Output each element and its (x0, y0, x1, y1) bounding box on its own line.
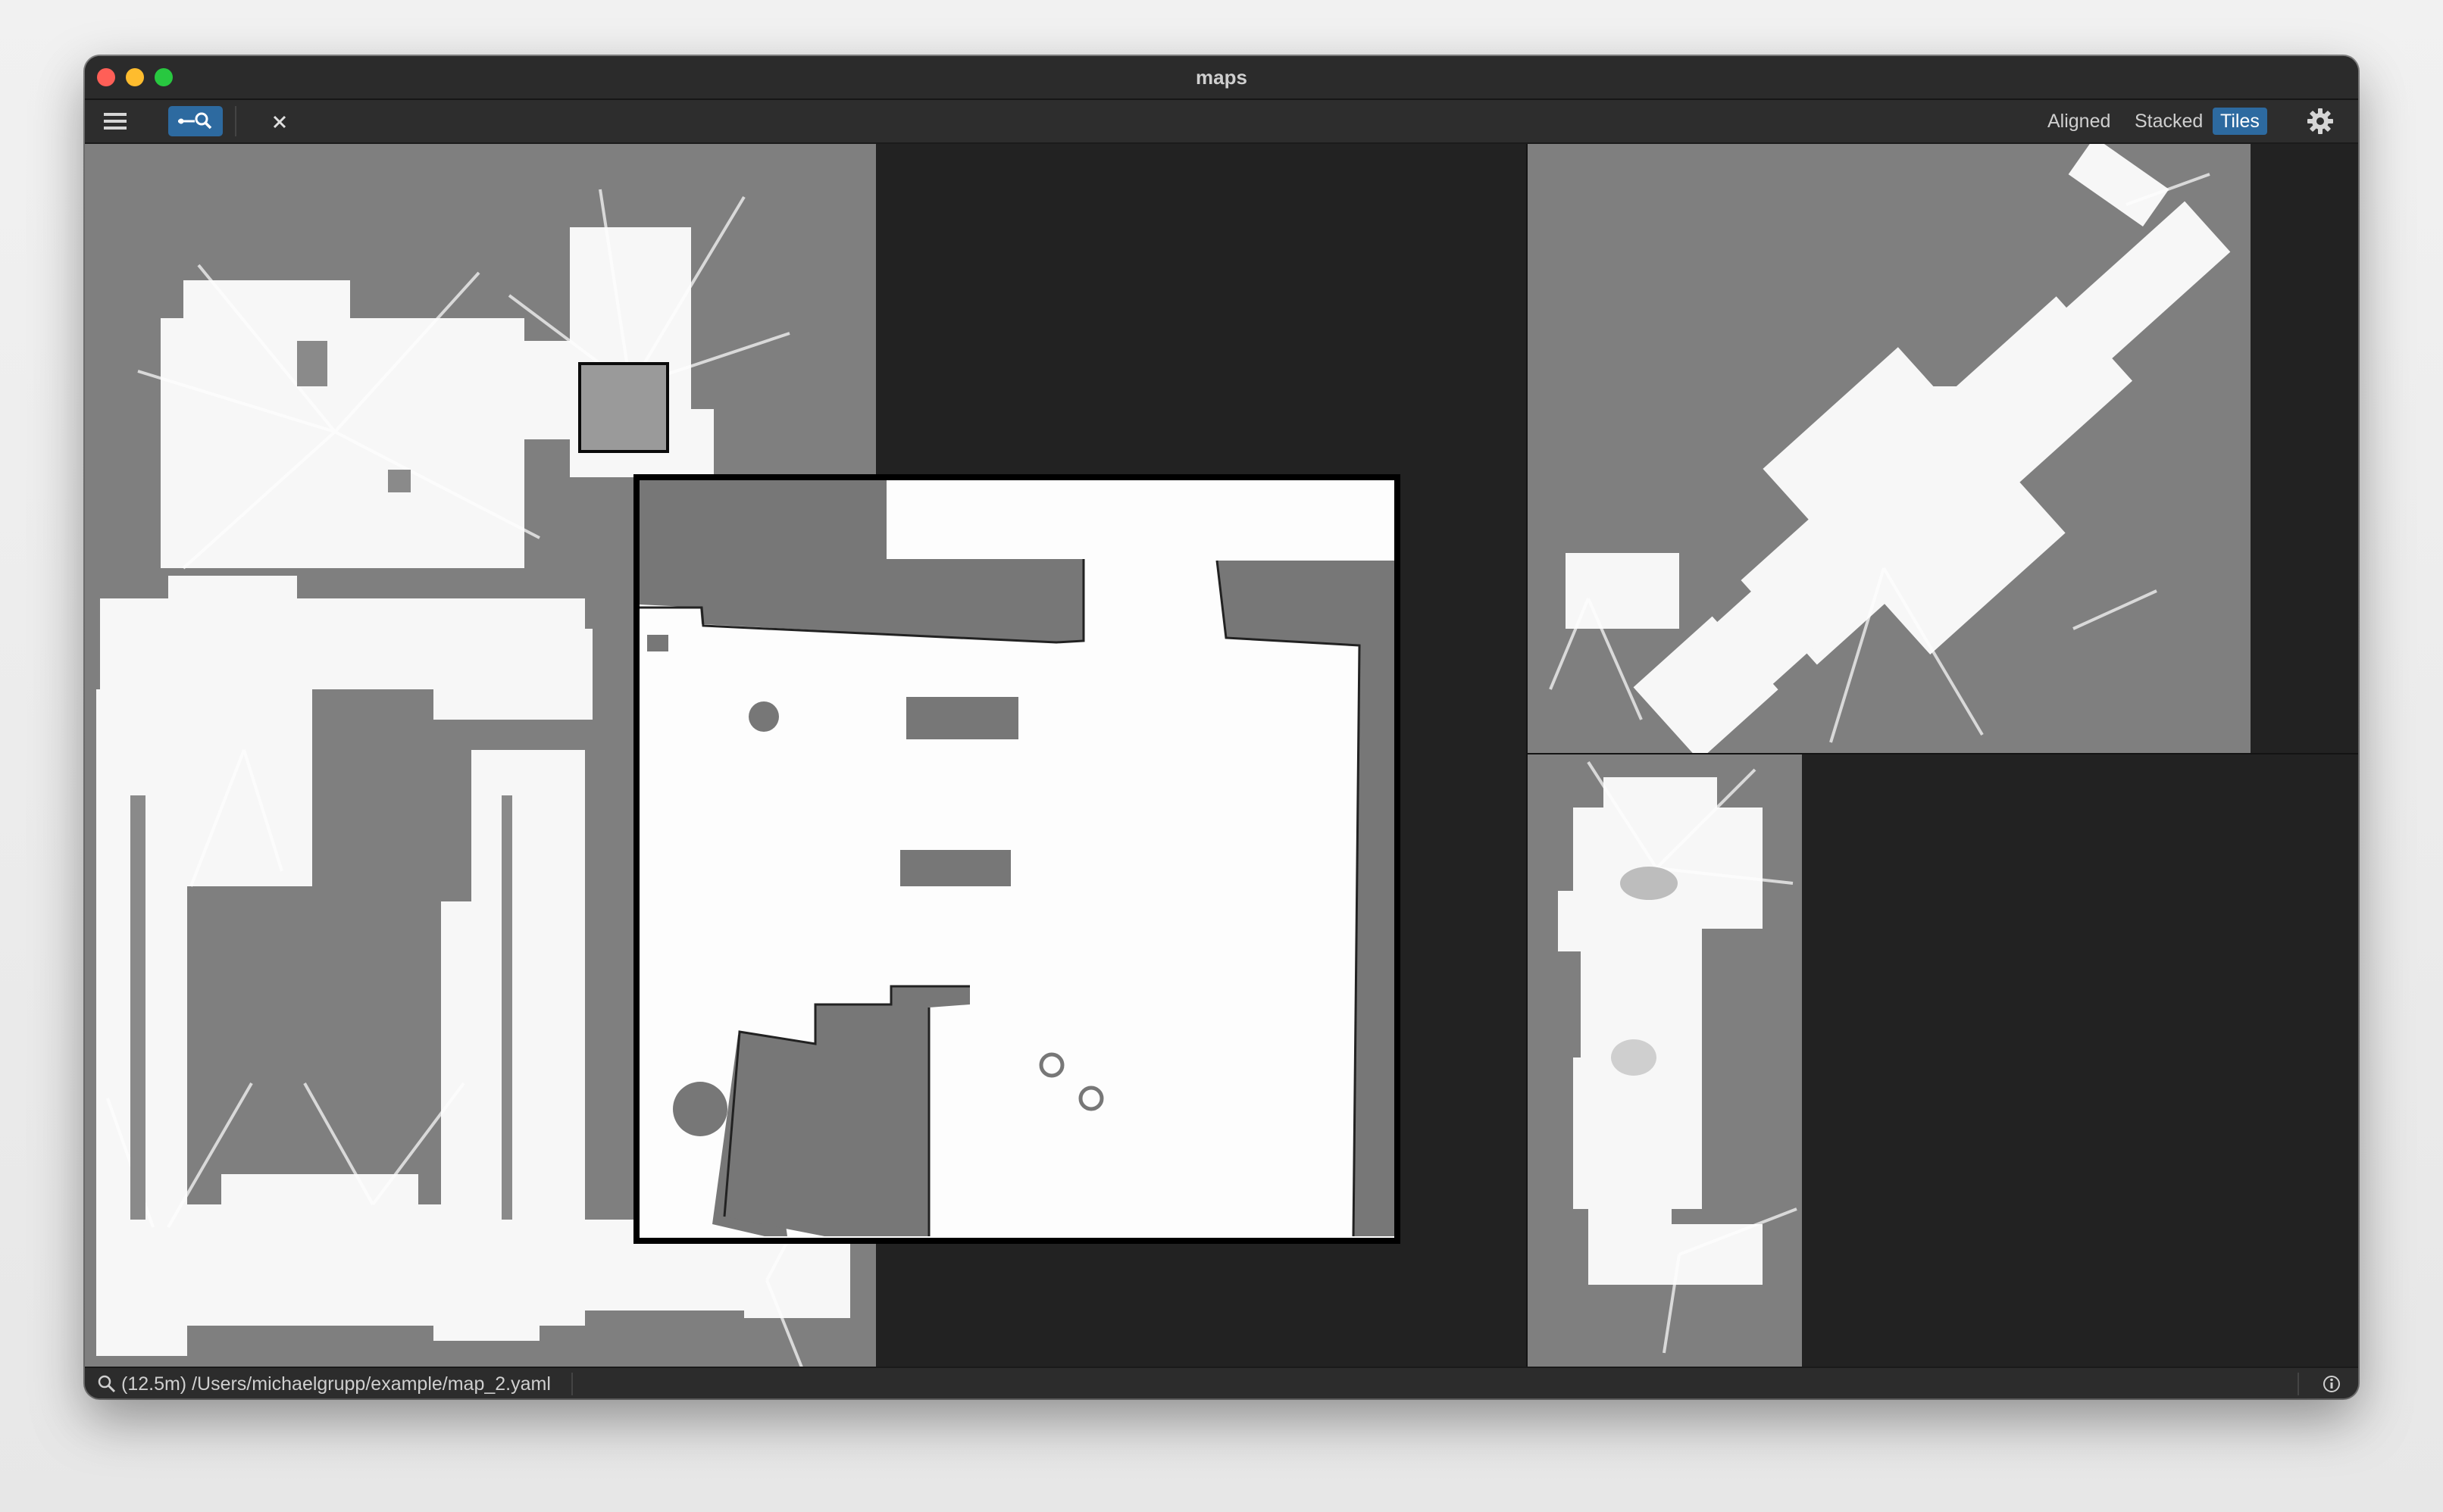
menu-button[interactable] (100, 108, 130, 135)
status-separator-right (2298, 1373, 2299, 1395)
magnifier-icon (98, 1375, 116, 1393)
map-tile-3[interactable] (1528, 754, 1802, 1367)
view-mode-aligned[interactable]: Aligned (2040, 108, 2118, 135)
close-button[interactable] (267, 109, 292, 135)
link-magnifier-icon (178, 112, 212, 130)
tile-divider-vertical[interactable] (1526, 144, 1528, 1367)
window-title: maps (1196, 66, 1247, 89)
close-icon (273, 115, 286, 129)
view-mode-stacked[interactable]: Stacked (2127, 108, 2210, 135)
app-window: maps Aligned Stacked Tiles (12.5m) /User… (85, 56, 2358, 1398)
title-bar: maps (85, 56, 2358, 100)
occupancy-map-3 (1558, 761, 1797, 1354)
info-icon (2323, 1376, 2340, 1392)
toolbar: Aligned Stacked Tiles (85, 100, 2358, 144)
info-button[interactable] (2322, 1374, 2341, 1394)
magnifier-inset[interactable] (633, 474, 1400, 1244)
hamburger-menu-icon (104, 113, 127, 130)
map-workspace[interactable] (85, 144, 2358, 1367)
toolbar-separator (235, 106, 236, 136)
occupancy-map-2 (1549, 144, 2231, 754)
tile-divider-horizontal[interactable] (1528, 753, 2358, 754)
lens-link-toggle[interactable] (168, 106, 223, 136)
map-tile-2[interactable] (1528, 144, 2251, 754)
status-text: (12.5m) /Users/michaelgrupp/example/map_… (121, 1373, 551, 1395)
gear-icon (2307, 108, 2333, 134)
magnifier-source-box (578, 362, 669, 453)
view-mode-tiles[interactable]: Tiles (2213, 108, 2267, 135)
settings-button[interactable] (2305, 108, 2335, 135)
status-bar: (12.5m) /Users/michaelgrupp/example/map_… (85, 1367, 2358, 1398)
magnified-map (640, 480, 1394, 1238)
status-separator (571, 1373, 573, 1395)
